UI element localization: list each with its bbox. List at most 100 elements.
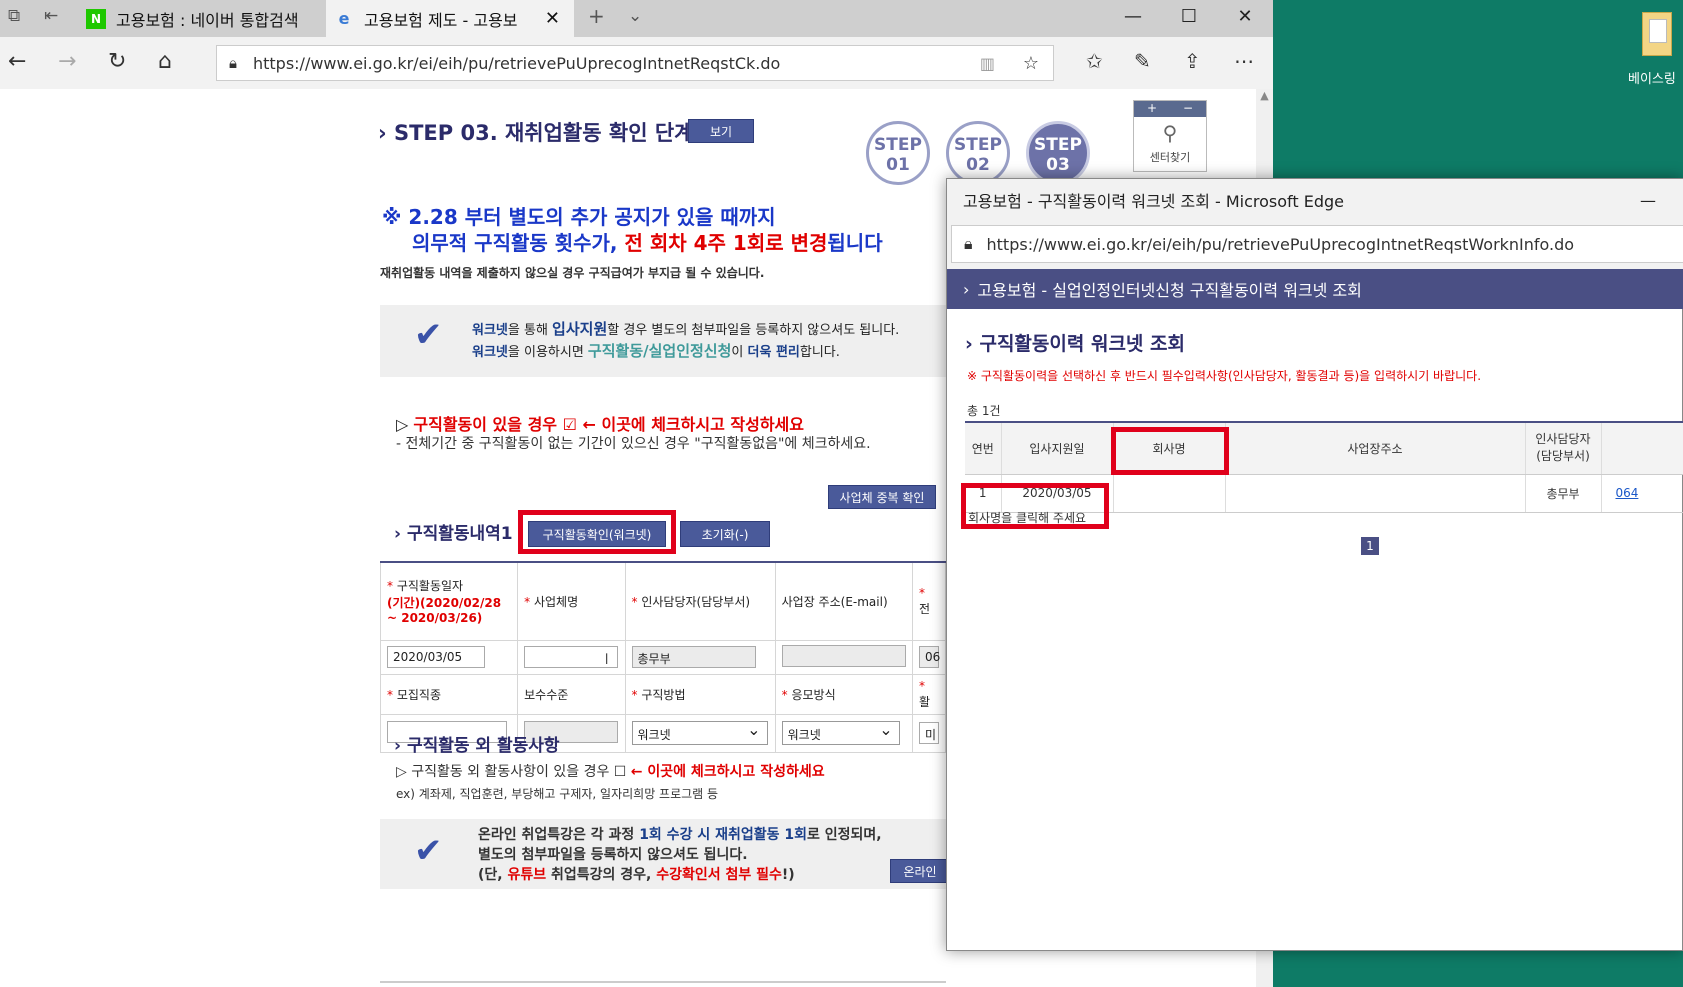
zoom-out-icon[interactable]: − [1183, 101, 1193, 117]
date-input[interactable]: 2020/03/05 [387, 646, 485, 668]
info-emphasis: 더욱 편리 [747, 345, 800, 360]
step-03-circle: STEP 03 [1026, 121, 1090, 185]
pen-icon[interactable]: ✎ [1134, 49, 1151, 73]
cell-phone-link[interactable]: 064 [1601, 474, 1683, 513]
worknet-popup-window: 고용보험 - 구직활동이력 워크넷 조회 - Microsoft Edge — … [946, 178, 1683, 951]
tab-ei-system[interactable]: e 고용보험 제도 - 고용보 ✕ [326, 0, 574, 37]
duplicate-check-button[interactable]: 사업체 중복 확인 [828, 485, 936, 509]
popup-heading-text: 구직활동이력 워크넷 조회 [979, 333, 1185, 355]
info-text: 이 [731, 345, 748, 360]
lock-icon: 🔒︎ [964, 234, 973, 253]
reset-button[interactable]: 초기화(-) [680, 521, 770, 547]
info-text: 합니다. [799, 345, 840, 360]
col-header: 사업장주소 [1225, 422, 1526, 475]
popup-url-text: https://www.ei.go.kr/ei/eih/pu/retrieveP… [986, 234, 1575, 254]
apply-select[interactable]: 워크넷 [781, 720, 900, 745]
method-header: * 구직방법 [624, 673, 776, 715]
desktop-folder-icon[interactable]: 베이스링 [1628, 8, 1683, 88]
share-icon[interactable]: ⇪ [1184, 49, 1201, 73]
method-select[interactable]: 워크넷 [631, 720, 768, 745]
result-input[interactable]: 미 [919, 722, 939, 744]
minimize-icon[interactable]: — [1118, 6, 1148, 27]
info-text: !) [781, 867, 795, 883]
refresh-icon[interactable]: ↻ [108, 49, 126, 74]
tab-preview-icon[interactable]: ⌄ [628, 6, 642, 26]
cell-address [1225, 474, 1526, 513]
company-cell: ㅣ [517, 639, 626, 675]
col-header: 연번 [965, 422, 1002, 475]
pagination-page-1[interactable]: 1 [1361, 537, 1379, 555]
header-label: 모집직종 [396, 687, 441, 702]
tab-manager-icon[interactable]: ⧉ [8, 6, 20, 26]
header-label: 구직활동일자 [396, 579, 464, 594]
url-text: https://www.ei.go.kr/ei/eih/pu/retrieveP… [252, 53, 781, 73]
tab-naver-search[interactable]: N 고용보험 : 네이버 통합검색 [78, 0, 326, 37]
naver-icon: N [86, 8, 106, 29]
popup-notice: ※ 구직활동이력을 선택하신 후 반드시 필수입력사항(인사담당자, 활동결과 … [967, 369, 1482, 383]
worknet-info-text: 워크넷을 통해 입사지원할 경우 별도의 첨부파일을 등록하지 않으셔도 됩니다… [472, 319, 899, 363]
hr-input[interactable]: 총무부 [631, 646, 756, 668]
date-cell: 2020/03/05 [379, 639, 519, 675]
maximize-icon[interactable]: ☐ [1174, 6, 1204, 27]
pay-header: 보수수준 [517, 673, 626, 715]
online-lecture-text: 온라인 취업특강은 각 과정 1회 수강 시 재취업활동 1회로 인정되며, 별… [478, 825, 882, 885]
favorites-hub-icon[interactable]: ✩ [1086, 49, 1103, 73]
arrow-marker: ▷ [396, 415, 414, 434]
address-header: 사업장 주소(E-mail) [774, 561, 914, 641]
info-text: 로 인정되며, [806, 827, 882, 843]
center-locator-widget[interactable]: + − ⚲ 센터찾기 [1133, 100, 1207, 172]
more-icon[interactable]: ⋯ [1234, 49, 1254, 73]
close-window-icon[interactable]: ✕ [1230, 6, 1260, 27]
online-lecture-info-box: ✔ 온라인 취업특강은 각 과정 1회 수강 시 재취업활동 1회로 인정되며,… [380, 819, 950, 889]
other-activity-check-line: ▷ 구직활동 외 활동사항이 있을 경우 ☐ ← 이곳에 체크하시고 작성하세요 [396, 761, 825, 781]
step-number: 03 [1046, 155, 1070, 175]
info-text: 을 통해 [507, 323, 553, 338]
address-input[interactable] [781, 644, 906, 667]
apply-cell: 워크넷 [774, 713, 914, 753]
section1-title-text: 구직활동내역1 [406, 524, 513, 544]
next-input[interactable]: 06 [919, 646, 940, 668]
home-icon[interactable]: ⌂ [158, 49, 172, 74]
cell-company-link[interactable] [1113, 474, 1226, 513]
section2-title-text: 구직활동 외 활동사항 [406, 736, 560, 756]
col-header: 인사담당자 (담당부서) [1525, 422, 1602, 475]
step-label: STEP [954, 135, 1002, 155]
reading-view-icon[interactable]: ▥ [980, 54, 995, 73]
favorite-star-icon[interactable]: ☆ [1023, 53, 1039, 74]
map-pin-icon: ⚲ [1162, 121, 1178, 145]
worknet-word: 워크넷 [472, 323, 508, 338]
forward-icon[interactable]: → [58, 49, 76, 74]
url-input[interactable]: 🔒︎ https://www.ei.go.kr/ei/eih/pu/retrie… [216, 45, 1054, 81]
header-label: 전 [919, 601, 931, 616]
header-label: 사업체명 [533, 594, 579, 609]
view-button[interactable]: 보기 [688, 119, 754, 143]
popup-url-field[interactable]: 🔒︎ https://www.ei.go.kr/ei/eih/pu/retrie… [951, 225, 1683, 263]
divider [380, 981, 946, 983]
new-tab-icon[interactable]: + [588, 4, 605, 28]
scroll-up-icon[interactable]: ▲ [1256, 89, 1273, 102]
back-icon[interactable]: ← [8, 49, 26, 74]
close-tab-icon[interactable]: ✕ [545, 8, 560, 29]
online-lecture-button[interactable]: 온라인 [890, 859, 950, 883]
center-locator-label: 센터찾기 [1149, 151, 1191, 164]
result-header: * 활 [912, 673, 946, 715]
warning-text: 재취업활동 내역을 제출하지 않으실 경우 구직급여가 부지급 될 수 있습니다… [380, 266, 765, 280]
step-label: STEP [874, 135, 922, 155]
zoom-in-icon[interactable]: + [1147, 101, 1157, 117]
popup-heading: › 구직활동이력 워크넷 조회 [965, 333, 1185, 355]
step-number: 01 [886, 155, 910, 175]
section1-title: › 구직활동내역1 [394, 524, 513, 544]
tab-label: 고용보험 제도 - 고용보 [364, 10, 518, 30]
info-text: (단, [478, 867, 508, 883]
popup-address-bar: 🔒︎ https://www.ei.go.kr/ei/eih/pu/retrie… [947, 221, 1683, 269]
worknet-word: 워크넷 [472, 345, 508, 360]
result-cell: 미 [912, 713, 946, 753]
step-01-circle: STEP 01 [866, 121, 930, 185]
popup-minimize-icon[interactable]: — [1640, 191, 1656, 210]
period-label: (기간)(2020/02/28 ~ 2020/03/26) [387, 596, 502, 626]
company-input[interactable]: ㅣ [524, 646, 619, 668]
tabs-aside-icon[interactable]: ⇤ [44, 6, 58, 26]
highlight-hint [961, 483, 1109, 529]
apply-header: * 응모방식 [774, 673, 914, 715]
hr-header: * 인사담당자(담당부서) [624, 561, 776, 641]
